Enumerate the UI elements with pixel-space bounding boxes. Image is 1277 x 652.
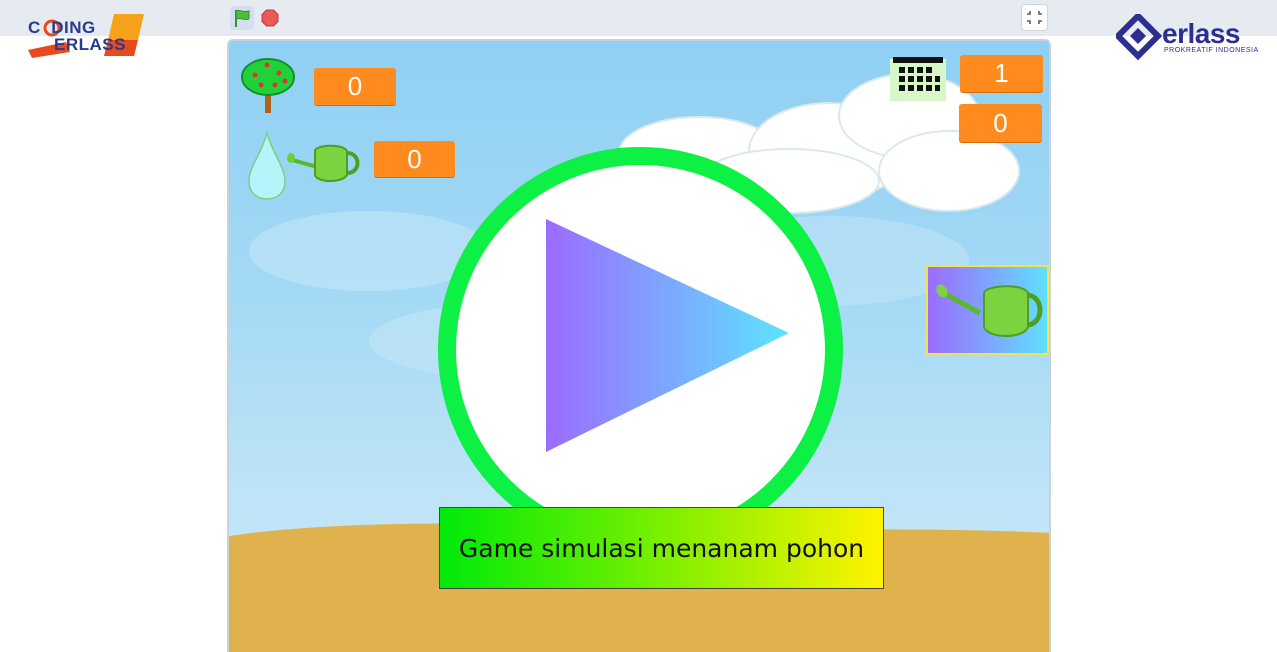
- green-flag-icon: [235, 9, 250, 27]
- erlass-tagline: PROKREATIF INDONESIA: [1164, 47, 1259, 54]
- game-stage[interactable]: 0 0 1 0 Game simulasi menanam pohon: [227, 39, 1051, 652]
- erlass-wordmark: erlass: [1162, 18, 1240, 49]
- score-count: 0: [959, 104, 1042, 142]
- title-banner-text: Game simulasi menanam pohon: [458, 533, 865, 563]
- calendar-icon: [890, 57, 946, 101]
- exit-fullscreen-icon: [1027, 11, 1042, 24]
- play-button[interactable]: [438, 147, 843, 552]
- watering-can-icon: [287, 144, 360, 182]
- stop-icon: [261, 9, 279, 27]
- tree-icon: [241, 58, 295, 113]
- water-count: 0: [374, 141, 455, 177]
- erlass-logo: erlass PROKREATIF INDONESIA: [1116, 14, 1259, 62]
- exit-fullscreen-button[interactable]: [1021, 4, 1048, 31]
- watering-tool-button[interactable]: [926, 265, 1049, 355]
- tree-count: 0: [314, 68, 396, 105]
- day-count: 1: [960, 55, 1043, 92]
- title-banner: Game simulasi menanam pohon: [439, 507, 884, 589]
- top-bar: [0, 0, 1277, 36]
- water-drop-icon: [248, 131, 286, 200]
- play-icon: [546, 219, 789, 452]
- watering-can-icon: [936, 284, 1043, 337]
- stop-button[interactable]: [258, 6, 282, 30]
- coding-erlass-logo: C DING ERLASS: [26, 12, 146, 58]
- green-flag-button[interactable]: [230, 6, 254, 30]
